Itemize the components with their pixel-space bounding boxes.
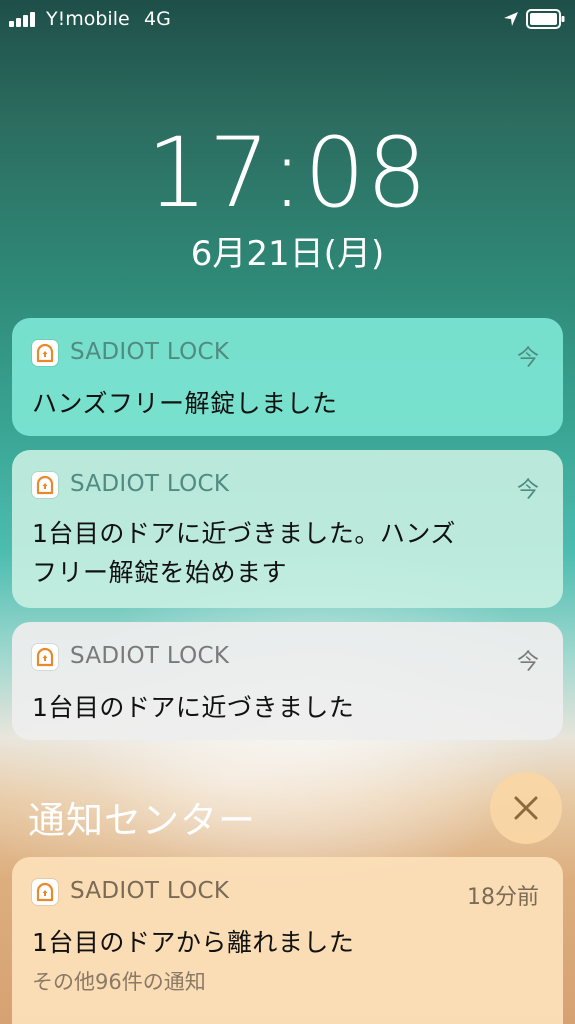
notification-header: SADIOT LOCK 18分前 [32, 877, 543, 910]
notification-message: 1台目のドアから離れました [32, 928, 355, 957]
location-arrow-icon [504, 12, 518, 26]
notification-stack[interactable]: SADIOT LOCK 18分前 1台目のドアから離れました その他96件の通知 [12, 857, 563, 1024]
battery-icon [526, 9, 565, 29]
network-type: 4G [144, 8, 171, 30]
notification-header: SADIOT LOCK 今 [32, 642, 543, 675]
notification-time: 今 [516, 346, 539, 371]
notification-header: SADIOT LOCK 今 [32, 338, 543, 371]
notification-time: 今 [516, 650, 539, 675]
notification-time: 18分前 [467, 885, 539, 910]
notification-message: ハンズフリー解錠しました [32, 389, 338, 418]
notification-app-name: SADIOT LOCK [70, 878, 230, 904]
lock-app-icon [32, 340, 58, 366]
notification-app-name: SADIOT LOCK [70, 471, 230, 497]
lock-app-icon [32, 472, 58, 498]
notification-card[interactable]: SADIOT LOCK 今 ハンズフリー解錠しました [12, 318, 563, 436]
status-bar: Y!mobile 4G [0, 0, 575, 40]
lock-app-icon [32, 644, 58, 670]
notification-card[interactable]: SADIOT LOCK 今 1台目のドアに近づきました [12, 622, 563, 740]
signal-bars-icon [9, 11, 41, 27]
notification-message: 1台目のドアに近づきました。ハンズ フリー解錠を始めます [32, 514, 543, 592]
notification-center-title: 通知センター [28, 799, 256, 842]
lock-app-icon [32, 879, 58, 905]
notification-message-line: フリー解錠を始めます [32, 558, 288, 587]
notification-card[interactable]: SADIOT LOCK 今 1台目のドアに近づきました。ハンズ フリー解錠を始め… [12, 450, 563, 608]
notification-app-name: SADIOT LOCK [70, 339, 230, 365]
clear-notifications-button[interactable] [490, 772, 562, 844]
more-notifications-label: その他96件の通知 [32, 970, 206, 994]
notification-time: 今 [516, 478, 539, 503]
lock-screen-date: 6月21日(月) [190, 234, 385, 274]
close-icon [514, 796, 538, 820]
notification-app-name: SADIOT LOCK [70, 643, 230, 669]
notification-header: SADIOT LOCK 今 [32, 470, 543, 503]
notification-message: 1台目のドアに近づきました [32, 693, 355, 722]
notification-message-line: 1台目のドアに近づきました。ハンズ [32, 519, 456, 548]
carrier-name: Y!mobile [46, 8, 130, 30]
lock-screen-time: 17:08 [146, 117, 429, 229]
